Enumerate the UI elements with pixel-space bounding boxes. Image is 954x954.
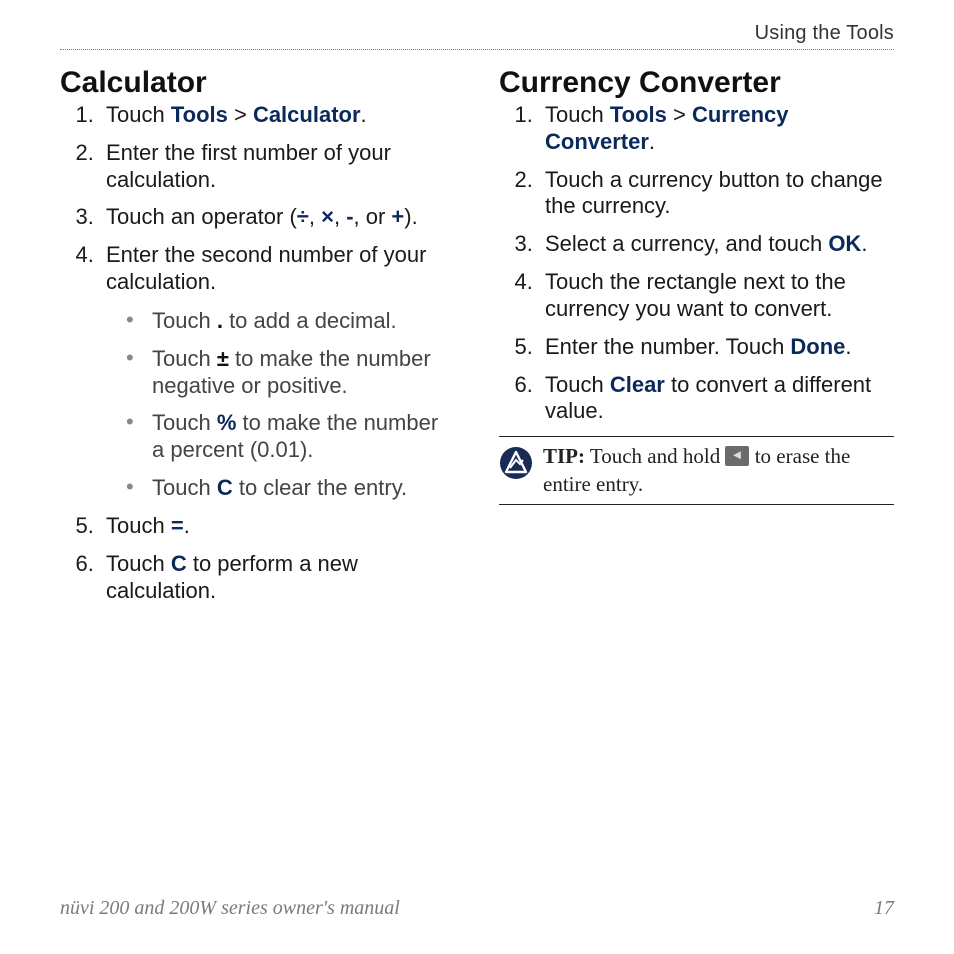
cc-step-6: Touch Clear to convert a different value… [539, 372, 894, 426]
text: Touch an operator ( [106, 204, 297, 229]
text: Touch [545, 372, 610, 397]
cc-step-4: Touch the rectangle next to the currency… [539, 269, 894, 323]
text: Touch [152, 475, 217, 500]
backspace-key-icon [725, 446, 749, 466]
tip-text: TIP: Touch and hold to erase the entire … [543, 443, 894, 498]
text: Touch [106, 513, 171, 538]
sep: > [667, 102, 692, 127]
currency-steps: Touch Tools > Currency Converter. Touch … [499, 102, 894, 425]
tip-box: TIP: Touch and hold to erase the entire … [499, 436, 894, 505]
text: . [649, 129, 655, 154]
manual-page: Using the Tools Calculator Touch Tools >… [0, 0, 954, 954]
calculator-label: Calculator [253, 102, 361, 127]
done-label: Done [790, 334, 845, 359]
clear-label: Clear [610, 372, 665, 397]
tools-label: Tools [610, 102, 667, 127]
two-column-layout: Calculator Touch Tools > Calculator. Ent… [60, 66, 894, 615]
text: Touch [152, 410, 217, 435]
op-plus: + [391, 204, 404, 229]
calc-step-4: Enter the second number of your calculat… [100, 242, 455, 502]
text: ). [404, 204, 417, 229]
text: Select a currency, and touch [545, 231, 828, 256]
calc-substeps: Touch . to add a decimal. Touch ± to mak… [106, 308, 455, 502]
key-clear: C [217, 475, 233, 500]
text: Enter the number. Touch [545, 334, 790, 359]
calc-step-3: Touch an operator (÷, ×, -, or +). [100, 204, 455, 231]
key-percent: % [217, 410, 237, 435]
currency-converter-section: Currency Converter Touch Tools > Currenc… [499, 66, 894, 615]
text: . [184, 513, 190, 538]
calculator-steps: Touch Tools > Calculator. Enter the firs… [60, 102, 455, 604]
calc-step-2: Enter the first number of your calculati… [100, 140, 455, 194]
cc-step-3: Select a currency, and touch OK. [539, 231, 894, 258]
text: Touch [106, 102, 171, 127]
calc-step-6: Touch C to perform a new calculation. [100, 551, 455, 605]
page-number: 17 [874, 897, 894, 920]
text: to add a decimal. [223, 308, 397, 333]
key-clear-new: C [171, 551, 187, 576]
calc-sub-plusminus: Touch ± to make the number negative or p… [126, 346, 455, 400]
text: Touch [545, 102, 610, 127]
tip-icon [499, 446, 533, 480]
calculator-section: Calculator Touch Tools > Calculator. Ent… [60, 66, 455, 615]
tip-label: TIP: [543, 444, 585, 468]
text: Enter the second number of your calculat… [106, 242, 426, 294]
tools-label: Tools [171, 102, 228, 127]
manual-title: nüvi 200 and 200W series owner's manual [60, 897, 400, 920]
text: . [861, 231, 867, 256]
cc-step-1: Touch Tools > Currency Converter. [539, 102, 894, 156]
calculator-heading: Calculator [60, 66, 455, 100]
text: , or [354, 204, 392, 229]
cc-step-5: Enter the number. Touch Done. [539, 334, 894, 361]
page-header-section: Using the Tools [60, 22, 894, 50]
key-plusminus: ± [217, 346, 229, 371]
calc-sub-clear: Touch C to clear the entry. [126, 475, 455, 502]
text: , [309, 204, 321, 229]
sep: > [228, 102, 253, 127]
calc-sub-percent: Touch % to make the number a percent (0.… [126, 410, 455, 464]
ok-label: OK [828, 231, 861, 256]
calc-step-1: Touch Tools > Calculator. [100, 102, 455, 129]
op-divide: ÷ [297, 204, 309, 229]
text: . [845, 334, 851, 359]
calc-step-5: Touch =. [100, 513, 455, 540]
text: Touch [106, 551, 171, 576]
text: Touch and hold [585, 444, 725, 468]
op-multiply: × [321, 204, 334, 229]
key-equals: = [171, 513, 184, 538]
calc-sub-decimal: Touch . to add a decimal. [126, 308, 455, 335]
page-footer: nüvi 200 and 200W series owner's manual … [60, 897, 894, 920]
text: Touch [152, 346, 217, 371]
op-minus: - [346, 204, 353, 229]
currency-heading: Currency Converter [499, 66, 894, 100]
text: , [334, 204, 346, 229]
cc-step-2: Touch a currency button to change the cu… [539, 167, 894, 221]
text: Touch [152, 308, 217, 333]
text: . [361, 102, 367, 127]
text: to clear the entry. [233, 475, 407, 500]
